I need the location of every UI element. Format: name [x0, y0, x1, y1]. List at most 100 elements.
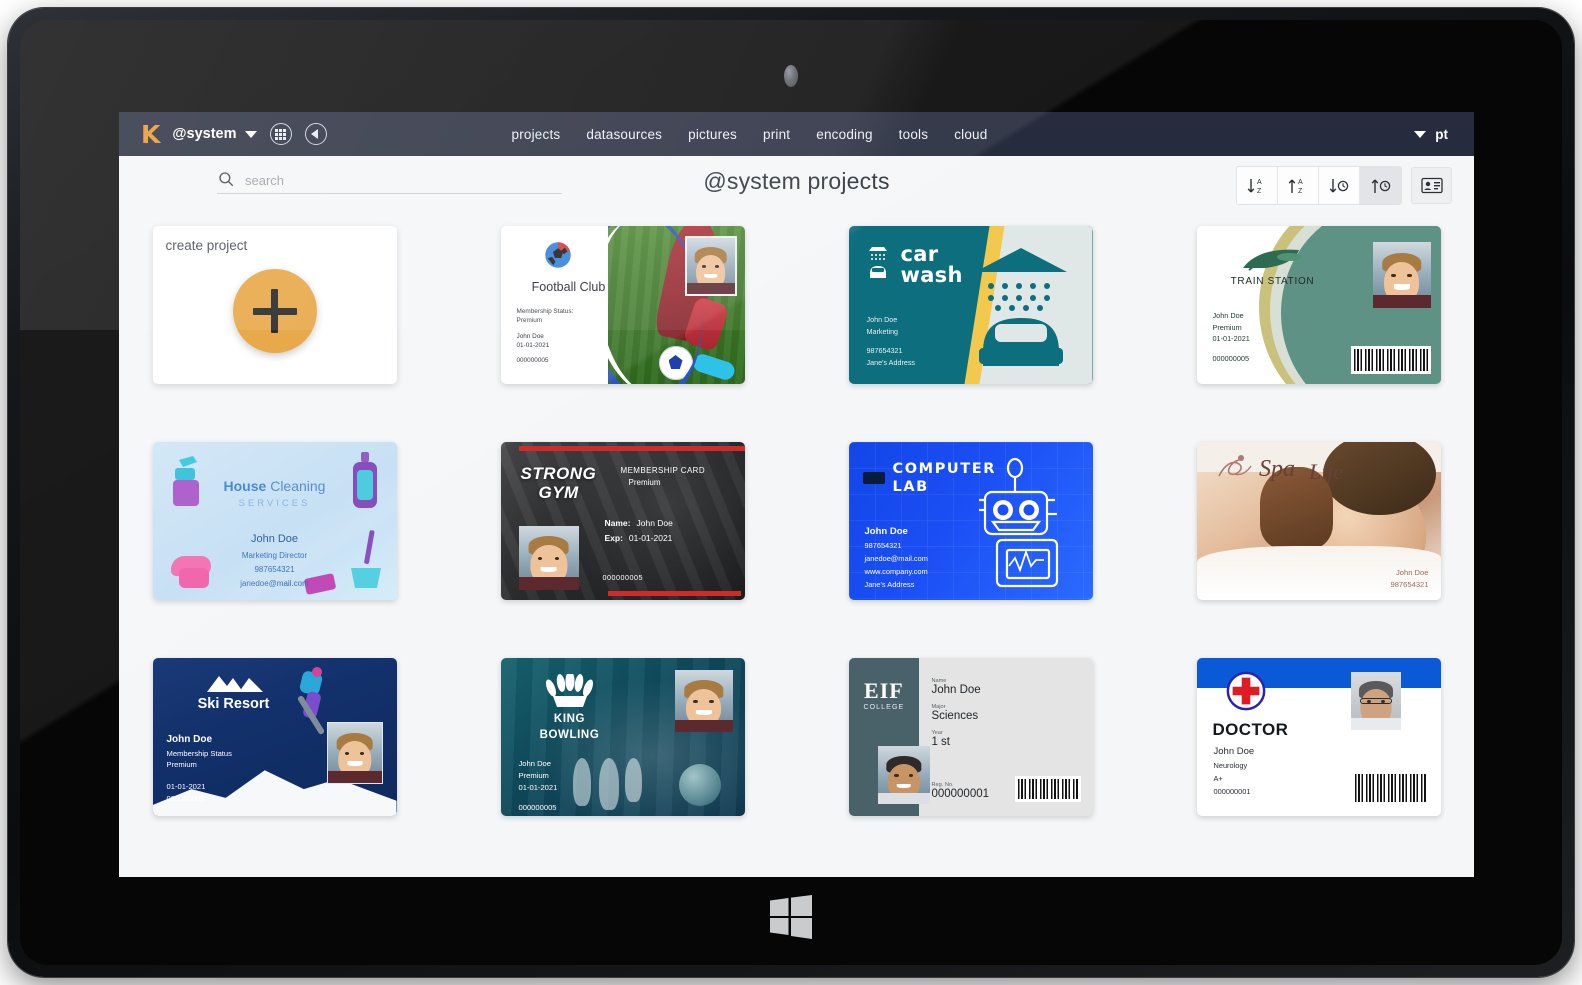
- project-card-football-club[interactable]: Football Club Membership Status: Premium…: [500, 226, 745, 384]
- sort-button-group: A Z A Z: [1236, 166, 1402, 205]
- gym-title-line2: GYM: [538, 483, 579, 503]
- ski-details: John Doe Membership Status Premium 01-01…: [167, 732, 232, 805]
- nav-item-pictures[interactable]: pictures: [688, 127, 737, 142]
- football-photo: [684, 236, 737, 296]
- nav-item-print[interactable]: print: [763, 127, 790, 142]
- train-person: John Doe: [1212, 311, 1244, 320]
- project-card-strong-gym[interactable]: STRONG GYM MEMBERSHIP CARD Premium Name:…: [500, 442, 745, 600]
- toolbar: @system projects A Z: [119, 156, 1474, 214]
- application-screen: K @system projects datasources pictures …: [119, 112, 1474, 877]
- project-card-house-cleaning[interactable]: House Cleaning SERVICES John Doe Marketi…: [152, 442, 397, 600]
- nav-item-projects[interactable]: projects: [512, 127, 561, 142]
- sort-az-down-icon: A Z: [1247, 178, 1262, 195]
- project-card-car-wash[interactable]: car wash John Doe Marketing 987654321 Ja…: [848, 226, 1093, 384]
- bowling-date: 01-01-2021: [518, 782, 558, 792]
- grid-icon-glyph: [275, 128, 286, 140]
- gym-details: Name: John Doe Exp: 01-01-2021: [605, 516, 673, 547]
- doctor-number: 000000001: [1213, 786, 1251, 796]
- triangle-left-icon: [311, 129, 318, 139]
- ski-person: John Doe: [166, 734, 213, 745]
- card-view-button[interactable]: [1411, 167, 1452, 204]
- doctor-blood: A+: [1213, 774, 1223, 784]
- collapse-left-icon[interactable]: [304, 123, 327, 145]
- house-phone: 987654321: [254, 565, 295, 575]
- svg-text:Life: Life: [1308, 459, 1343, 484]
- mountain-icon: [206, 676, 263, 692]
- svg-text:A: A: [1298, 179, 1303, 186]
- sort-az-up-icon: A Z: [1288, 179, 1303, 195]
- bowling-details: John Doe Premium 01-01-2021 000000005: [519, 758, 558, 814]
- train-photo: [1372, 242, 1431, 308]
- ski-title: Ski Resort: [197, 696, 270, 712]
- project-card-train-station[interactable]: TRAIN STATION John Doe Premium 01-01-202…: [1196, 226, 1441, 384]
- spa-details: John Doe 987654321: [1390, 567, 1428, 591]
- ski-status-value: Premium: [166, 760, 197, 770]
- car-wash-title-line1: car: [900, 242, 939, 266]
- gym-number: 000000005: [602, 573, 643, 582]
- gym-title-line1: STRONG: [520, 464, 597, 483]
- main-menu: projects datasources pictures print enco…: [512, 127, 988, 142]
- svg-text:Z: Z: [1257, 188, 1262, 195]
- grid-view-icon[interactable]: [269, 123, 292, 145]
- gym-photo: [518, 526, 579, 590]
- car-wash-person: John Doe: [866, 315, 898, 324]
- eif-major-value: Sciences: [931, 710, 979, 722]
- add-project-button[interactable]: [232, 269, 317, 354]
- svg-text:Z: Z: [1298, 188, 1303, 195]
- search-input[interactable]: [245, 173, 562, 188]
- nav-item-cloud[interactable]: cloud: [954, 127, 987, 142]
- sort-name-desc-button[interactable]: A Z: [1278, 167, 1319, 204]
- doctor-title: DOCTOR: [1212, 720, 1289, 739]
- tablet-screen-bezel: K @system projects datasources pictures …: [20, 20, 1562, 965]
- nav-item-datasources[interactable]: datasources: [586, 127, 662, 142]
- tablet-device: K @system projects datasources pictures …: [8, 8, 1574, 977]
- car-wash-phone: 987654321: [866, 345, 903, 355]
- top-navigation-bar: K @system projects datasources pictures …: [119, 112, 1474, 156]
- nav-item-tools[interactable]: tools: [899, 127, 929, 142]
- project-card-doctor[interactable]: DOCTOR John Doe Neurology A+ 000000001: [1196, 658, 1441, 816]
- project-card-eif-college[interactable]: EIF COLLEGE Name John Doe Major Sciences…: [848, 658, 1093, 816]
- complab-address: Jane's Address: [864, 579, 915, 589]
- medical-cross-icon: [1226, 671, 1265, 711]
- car-wash-details: John Doe Marketing 987654321 Jane's Addr…: [867, 314, 916, 369]
- windows-logo-icon: [770, 895, 812, 939]
- project-card-computer-lab[interactable]: COMPUTER LAB John Doe 987654321 janedoe@…: [848, 442, 1093, 600]
- sort-clock-down-icon: [1329, 178, 1349, 192]
- football-title: Football Club: [531, 280, 606, 294]
- house-subtitle: SERVICES: [238, 498, 311, 509]
- sort-name-asc-button[interactable]: A Z: [1237, 167, 1278, 204]
- car-wash-address: Jane's Address: [866, 357, 916, 367]
- bowling-person: John Doe: [518, 759, 552, 768]
- football-details: Membership Status: Premium John Doe 01-0…: [517, 307, 623, 365]
- workspace-selector[interactable]: @system: [172, 126, 257, 142]
- complab-details: John Doe 987654321 janedoe@mail.com www.…: [865, 524, 928, 591]
- eif-brand-sub: COLLEGE: [863, 704, 905, 711]
- complab-person: John Doe: [864, 526, 908, 537]
- sort-date-desc-button[interactable]: [1360, 167, 1401, 204]
- eif-reg: Reg. No. 000000001: [931, 782, 989, 800]
- project-card-king-bowling[interactable]: KING BOWLING John Doe Premium 01-01-2021…: [500, 658, 745, 816]
- house-role: Marketing Director: [241, 551, 308, 561]
- football-status-label: Membership Status:: [516, 308, 574, 315]
- page-title: @system projects: [703, 168, 890, 194]
- eif-name-value: John Doe: [931, 684, 981, 696]
- language-selector[interactable]: pt: [1414, 127, 1448, 142]
- svg-text:Spa: Spa: [1259, 456, 1295, 482]
- car-wash-title: car wash: [867, 244, 963, 285]
- workspace-label: @system: [172, 126, 237, 142]
- project-card-spa-life[interactable]: Spa Life John Doe 987654321: [1196, 442, 1441, 600]
- sort-date-asc-button[interactable]: [1319, 167, 1360, 204]
- nav-item-encoding[interactable]: encoding: [816, 127, 872, 142]
- projects-grid: create project Football Club Membership …: [119, 214, 1474, 816]
- project-card-ski-resort[interactable]: Ski Resort John Doe Membership Status Pr…: [152, 658, 397, 816]
- app-logo-icon[interactable]: K: [141, 122, 160, 147]
- search-box[interactable]: [217, 170, 562, 194]
- gym-date: 01-01-2021: [628, 533, 673, 544]
- bowling-number: 000000005: [518, 802, 557, 812]
- gym-title: STRONG GYM: [521, 464, 597, 502]
- house-title-light: Cleaning: [270, 478, 326, 494]
- spa-person: John Doe: [1395, 567, 1429, 577]
- create-project-card[interactable]: create project: [152, 226, 397, 384]
- train-date: 01-01-2021: [1212, 334, 1250, 344]
- bowling-title-line1: KING: [553, 713, 586, 725]
